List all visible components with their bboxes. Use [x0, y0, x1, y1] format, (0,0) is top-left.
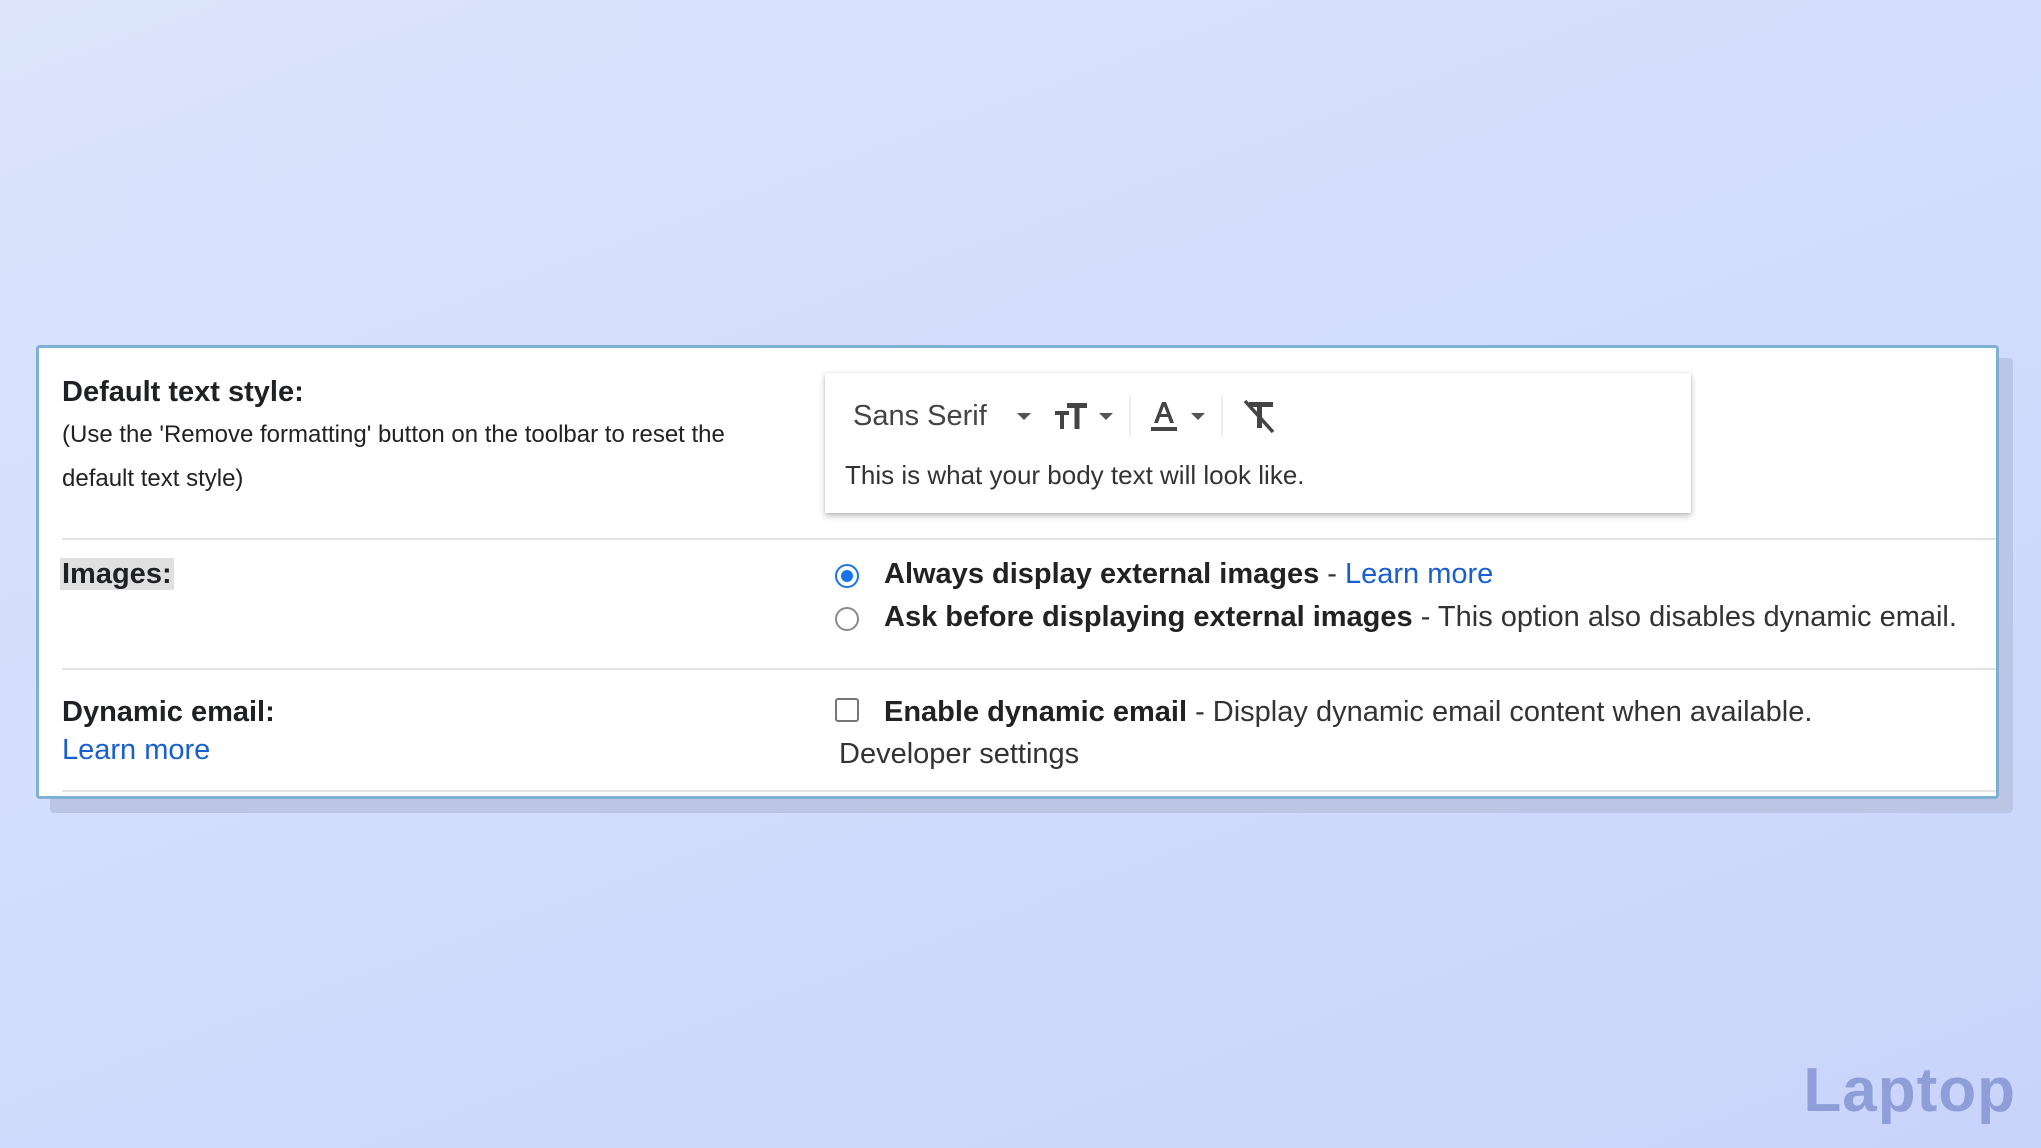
default-text-style-hint-1: (Use the 'Remove formatting' button on t…	[62, 421, 725, 448]
laptop-watermark-logo: Laptop	[1803, 1056, 2016, 1125]
text-color-icon	[1150, 402, 1177, 431]
formatting-toolbar: Sans Serif	[853, 389, 1279, 443]
font-family-select[interactable]: Sans Serif	[853, 400, 987, 433]
images-option-ask[interactable]: Ask before displaying external images - …	[835, 601, 1957, 634]
default-text-style-row: Default text style: (Use the 'Remove for…	[62, 348, 1996, 538]
images-label-wrap: Images:	[60, 558, 174, 591]
images-learn-more-link[interactable]: Learn more	[1345, 558, 1493, 590]
images-option-ask-label: Ask before displaying external images	[884, 601, 1413, 633]
text-color-button[interactable]	[1147, 398, 1181, 434]
images-option-always[interactable]: Always display external images - Learn m…	[835, 558, 1493, 591]
dynamic-email-label: Dynamic email:	[62, 696, 275, 728]
developer-settings-link[interactable]: Developer settings	[839, 738, 1079, 771]
images-row: Images: Always display external images -…	[60, 540, 1996, 668]
text-style-preview: Sans Serif This is what your body text w…	[825, 373, 1691, 513]
separator: -	[1412, 601, 1438, 633]
images-label: Images:	[60, 558, 174, 590]
toolbar-separator	[1128, 395, 1131, 437]
radio-ask-before[interactable]	[835, 607, 859, 631]
enable-dynamic-email-checkbox[interactable]	[835, 698, 859, 722]
dynamic-email-learn-more-link[interactable]: Learn more	[62, 728, 210, 772]
text-color-dropdown-icon[interactable]	[1190, 412, 1205, 420]
remove-formatting-icon	[1243, 399, 1275, 434]
radio-always-display[interactable]	[835, 564, 859, 588]
images-option-always-label: Always display external images	[884, 558, 1320, 590]
settings-card: Default text style: (Use the 'Remove for…	[36, 345, 1999, 799]
images-option-ask-description: This option also disables dynamic email.	[1437, 601, 1957, 633]
preview-body-text: This is what your body text will look li…	[845, 460, 1305, 490]
enable-dynamic-email-label: Enable dynamic email	[884, 696, 1188, 728]
separator: -	[1187, 696, 1213, 728]
section-divider	[62, 790, 1996, 792]
font-family-dropdown-icon[interactable]	[1016, 412, 1031, 420]
default-text-style-label: Default text style:	[62, 376, 304, 408]
separator: -	[1319, 558, 1345, 590]
text-size-icon	[1054, 403, 1087, 429]
dynamic-email-option[interactable]: Enable dynamic email - Display dynamic e…	[835, 696, 1813, 729]
text-size-button[interactable]	[1053, 399, 1093, 433]
toolbar-separator	[1220, 395, 1223, 437]
dynamic-email-row: Dynamic email: Learn more Enable dynamic…	[62, 670, 1996, 790]
dynamic-email-description: Display dynamic email content when avail…	[1212, 696, 1813, 728]
default-text-style-hint-2: default text style)	[62, 465, 244, 492]
remove-formatting-button[interactable]	[1239, 398, 1279, 434]
text-size-dropdown-icon[interactable]	[1098, 412, 1113, 420]
